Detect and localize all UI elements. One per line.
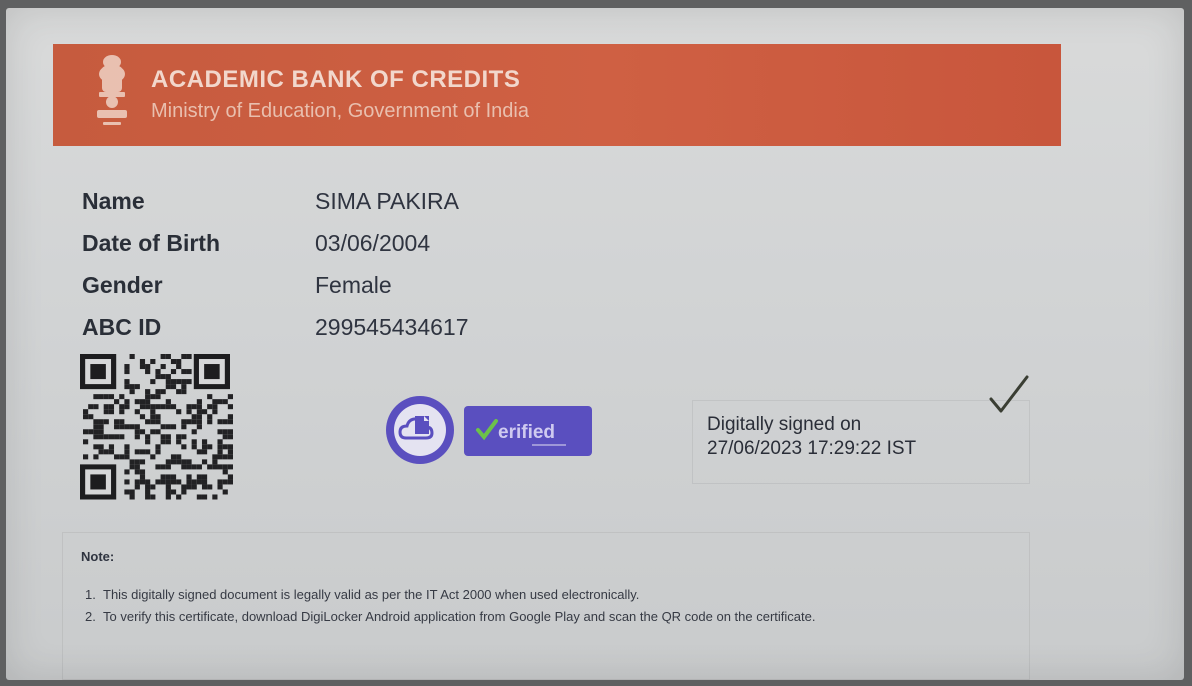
qr-code-icon[interactable] bbox=[80, 354, 236, 504]
gender-value: Female bbox=[315, 272, 392, 298]
name-row: Name SIMA PAKIRA bbox=[82, 188, 602, 224]
signature-timestamp: 27/06/2023 17:29:22 IST bbox=[707, 438, 917, 459]
abc-id-value: 299545434617 bbox=[315, 314, 469, 340]
name-value: SIMA PAKIRA bbox=[315, 188, 460, 214]
card-header: ACADEMIC BANK OF CREDITS Ministry of Edu… bbox=[53, 44, 1061, 146]
note-item-text: To verify this certificate, download Dig… bbox=[103, 609, 816, 624]
org-title: ACADEMIC BANK OF CREDITS bbox=[151, 66, 521, 93]
dob-label: Date of Birth bbox=[82, 230, 220, 256]
org-subtitle: Ministry of Education, Government of Ind… bbox=[151, 100, 529, 122]
note-item-number: 1. bbox=[85, 587, 96, 602]
abc-id-label: ABC ID bbox=[82, 314, 162, 340]
digital-signature-box: Digitally signed on 27/06/2023 17:29:22 … bbox=[692, 375, 1030, 484]
dob-row: Date of Birth 03/06/2004 bbox=[82, 230, 602, 266]
name-label: Name bbox=[82, 188, 145, 214]
note-item-number: 2. bbox=[85, 609, 96, 624]
gender-row: Gender Female bbox=[82, 272, 602, 308]
badge-text: erified bbox=[498, 422, 555, 443]
gender-label: Gender bbox=[82, 272, 163, 298]
note-section: Note: 1. This digitally signed document … bbox=[62, 532, 1030, 680]
abc-id-card: ACADEMIC BANK OF CREDITS Ministry of Edu… bbox=[6, 8, 1184, 680]
signature-line-1: Digitally signed on bbox=[707, 414, 862, 435]
national-emblem-icon bbox=[97, 55, 127, 125]
note-title: Note: bbox=[81, 549, 115, 564]
checkmark-icon bbox=[989, 375, 1029, 413]
signature-text: Digitally signed on 27/06/2023 17:29:22 … bbox=[707, 413, 916, 461]
note-item-text: This digitally signed document is legall… bbox=[103, 587, 640, 602]
dob-value: 03/06/2004 bbox=[315, 230, 431, 256]
abc-id-row: ABC ID 299545434617 bbox=[82, 314, 602, 350]
digilocker-verified-badge: erified bbox=[386, 396, 592, 464]
